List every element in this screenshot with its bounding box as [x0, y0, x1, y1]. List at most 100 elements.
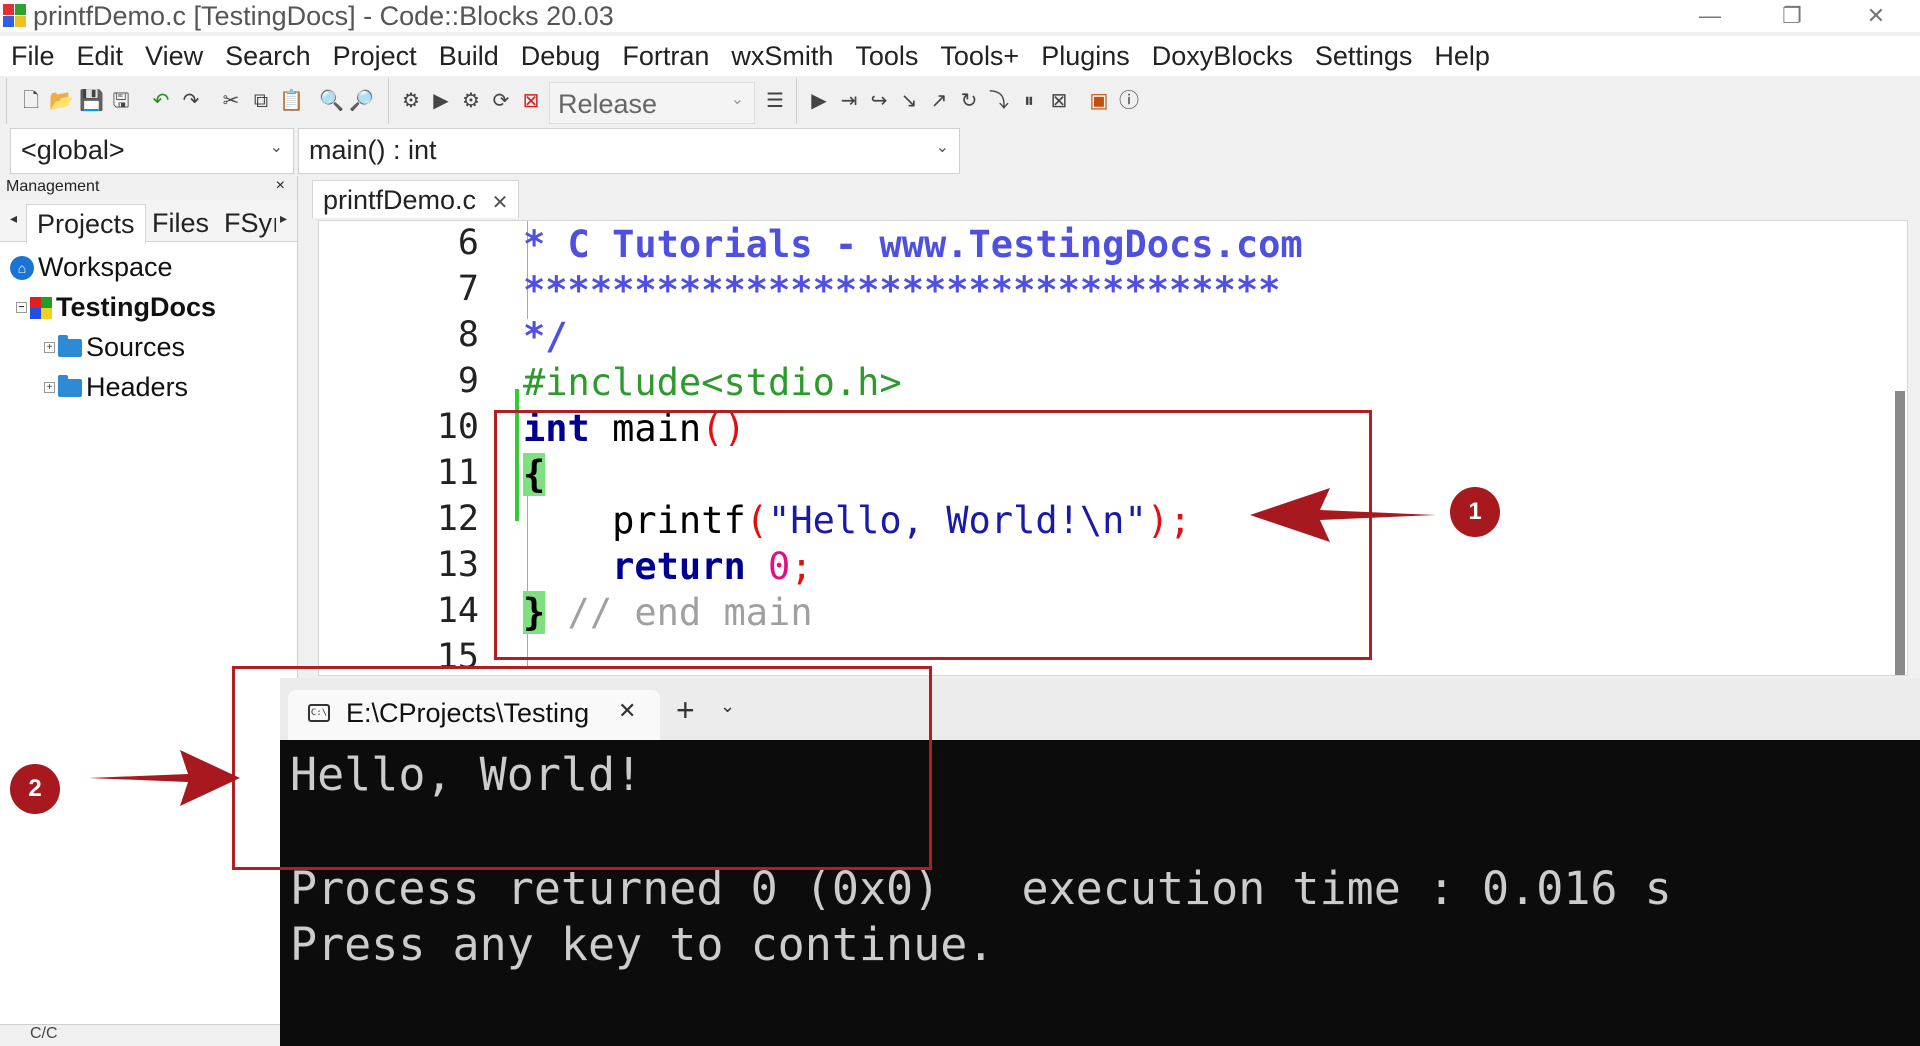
code-token: * C Tutorials - www.TestingDocs.com	[523, 223, 1303, 266]
close-icon: ✕	[1866, 3, 1886, 28]
save-icon[interactable]: 💾	[79, 90, 104, 112]
close-icon[interactable]: ×	[276, 177, 285, 195]
chevron-down-icon: ⌄	[935, 139, 949, 156]
tree-folder-headers[interactable]: + Headers	[44, 372, 188, 403]
debug-continue-icon[interactable]: ▶	[807, 90, 831, 112]
line-number: 10	[436, 407, 479, 447]
close-icon[interactable]: ✕	[492, 192, 509, 214]
cut-icon[interactable]: ✂	[219, 90, 243, 112]
code-text: **********************************	[523, 269, 1280, 312]
editor-tab-label: printfDemo.c	[323, 185, 477, 215]
line-number: 14	[436, 591, 479, 631]
menu-plugins[interactable]: Plugins	[1030, 41, 1141, 72]
project-label: TestingDocs	[56, 292, 217, 322]
step-into-icon[interactable]: ↘	[897, 90, 921, 112]
debug-windows-icon[interactable]: ▣	[1087, 90, 1111, 112]
replace-icon[interactable]: 🔎	[349, 90, 374, 112]
menu-doxyblocks[interactable]: DoxyBlocks	[1141, 41, 1304, 72]
chevron-right-icon[interactable]: ▸	[280, 210, 287, 227]
abort-icon[interactable]: ⊠	[519, 90, 543, 112]
redo-icon[interactable]: ↷	[179, 90, 203, 112]
menu-view[interactable]: View	[134, 41, 214, 72]
line-number: 11	[436, 453, 479, 493]
annotation-badge-1: 1	[1450, 487, 1500, 537]
build-target-select[interactable]: Release ⌄	[549, 82, 755, 124]
menu-tools-plus[interactable]: Tools+	[929, 41, 1030, 72]
build-options-icon[interactable]: ☰	[763, 90, 787, 112]
menu-fortran[interactable]: Fortran	[611, 41, 720, 72]
copy-icon[interactable]: ⧉	[249, 90, 273, 112]
code-token: */	[523, 315, 568, 358]
open-icon[interactable]: 📂	[49, 90, 74, 112]
minimize-icon: —	[1699, 3, 1721, 28]
expand-icon[interactable]: +	[44, 382, 55, 393]
step-into-instruction-icon[interactable]: ⤵	[987, 90, 1011, 112]
menu-search[interactable]: Search	[214, 41, 322, 72]
line-number: 8	[457, 315, 479, 355]
stop-debugger-icon[interactable]: ⊠	[1047, 90, 1071, 112]
menu-help[interactable]: Help	[1423, 41, 1501, 72]
rebuild-icon[interactable]: ⟳	[489, 90, 513, 112]
break-icon[interactable]: ⏸	[1017, 90, 1041, 112]
next-line-icon[interactable]: ↪	[867, 90, 891, 112]
management-panel: Management × ◂ Projects Files FSyı ▸ ⌂ W…	[0, 176, 298, 1046]
code-line[interactable]: 8 */	[319, 315, 1907, 361]
scope-select[interactable]: <global> ⌄	[10, 128, 294, 174]
log-tab-label[interactable]: C/C	[30, 1025, 58, 1042]
restore-icon: ❐	[1782, 3, 1802, 28]
menu-tools[interactable]: Tools	[844, 41, 929, 72]
run-to-cursor-icon[interactable]: ⇥	[837, 90, 861, 112]
codeblocks-app-icon	[3, 4, 27, 28]
editor-tab[interactable]: printfDemo.c ✕	[312, 180, 520, 218]
build-icon[interactable]: ⚙	[399, 90, 423, 112]
build-run-icon[interactable]: ⚙	[459, 90, 483, 112]
close-button[interactable]: ✕	[1836, 0, 1916, 32]
chevron-down-icon: ⌄	[730, 91, 744, 108]
annotation-box-code	[494, 410, 1372, 660]
find-icon[interactable]: 🔍	[319, 90, 344, 112]
new-file-icon[interactable]: 🗋	[19, 90, 43, 112]
info-icon[interactable]: ⓘ	[1117, 90, 1141, 112]
code-text: #include<stdio.h>	[523, 361, 902, 404]
minimize-button[interactable]: —	[1670, 0, 1750, 32]
tree-folder-sources[interactable]: + Sources	[44, 332, 185, 363]
paste-icon[interactable]: 📋	[279, 90, 304, 112]
line-number: 9	[457, 361, 479, 401]
restore-button[interactable]: ❐	[1752, 0, 1832, 32]
annotation-arrow-left	[88, 750, 240, 806]
save-all-icon[interactable]: 🖫	[109, 90, 133, 112]
tab-fsymbols[interactable]: FSyı	[214, 204, 276, 243]
annotation-arrow-right	[1250, 488, 1436, 542]
step-out-icon[interactable]: ↗	[927, 90, 951, 112]
chevron-left-icon[interactable]: ◂	[10, 210, 17, 227]
scope-value: <global>	[21, 135, 125, 165]
main-toolbar: 🗋 📂 💾 🖫 ↶ ↷ ✂ ⧉ 📋 🔍 🔎 ⚙ ▶ ⚙ ⟳ ⊠ Release …	[0, 76, 1920, 128]
run-icon[interactable]: ▶	[429, 90, 453, 112]
tab-projects[interactable]: Projects	[26, 204, 146, 244]
management-tabs: ◂ Projects Files FSyı ▸	[0, 200, 297, 244]
title-bar: printfDemo.c [TestingDocs] - Code::Block…	[0, 0, 1920, 32]
code-line[interactable]: 6 * C Tutorials - www.TestingDocs.com	[319, 223, 1907, 269]
menu-settings[interactable]: Settings	[1304, 41, 1424, 72]
codeblocks-screenshot: printfDemo.c [TestingDocs] - Code::Block…	[0, 0, 1920, 1046]
line-number: 13	[436, 545, 479, 585]
menu-build[interactable]: Build	[428, 41, 510, 72]
code-line[interactable]: 9 #include<stdio.h>	[319, 361, 1907, 407]
undo-icon[interactable]: ↶	[149, 90, 173, 112]
function-select[interactable]: main() : int ⌄	[298, 128, 960, 174]
code-line[interactable]: 7 **********************************	[319, 269, 1907, 315]
menu-file[interactable]: File	[0, 41, 66, 72]
expand-icon[interactable]: +	[44, 342, 55, 353]
menu-project[interactable]: Project	[322, 41, 428, 72]
workspace-label: Workspace	[38, 252, 173, 282]
next-instruction-icon[interactable]: ↻	[957, 90, 981, 112]
project-node[interactable]: − TestingDocs	[16, 292, 216, 323]
code-token: #include<stdio.h>	[523, 361, 902, 404]
menu-edit[interactable]: Edit	[66, 41, 135, 72]
collapse-icon[interactable]: −	[16, 302, 27, 313]
tab-files[interactable]: Files	[142, 204, 219, 243]
menu-wxsmith[interactable]: wxSmith	[720, 41, 844, 72]
workspace-node[interactable]: ⌂ Workspace	[10, 252, 173, 283]
log-panel-tabs: C/C	[0, 1024, 280, 1046]
menu-debug[interactable]: Debug	[510, 41, 612, 72]
